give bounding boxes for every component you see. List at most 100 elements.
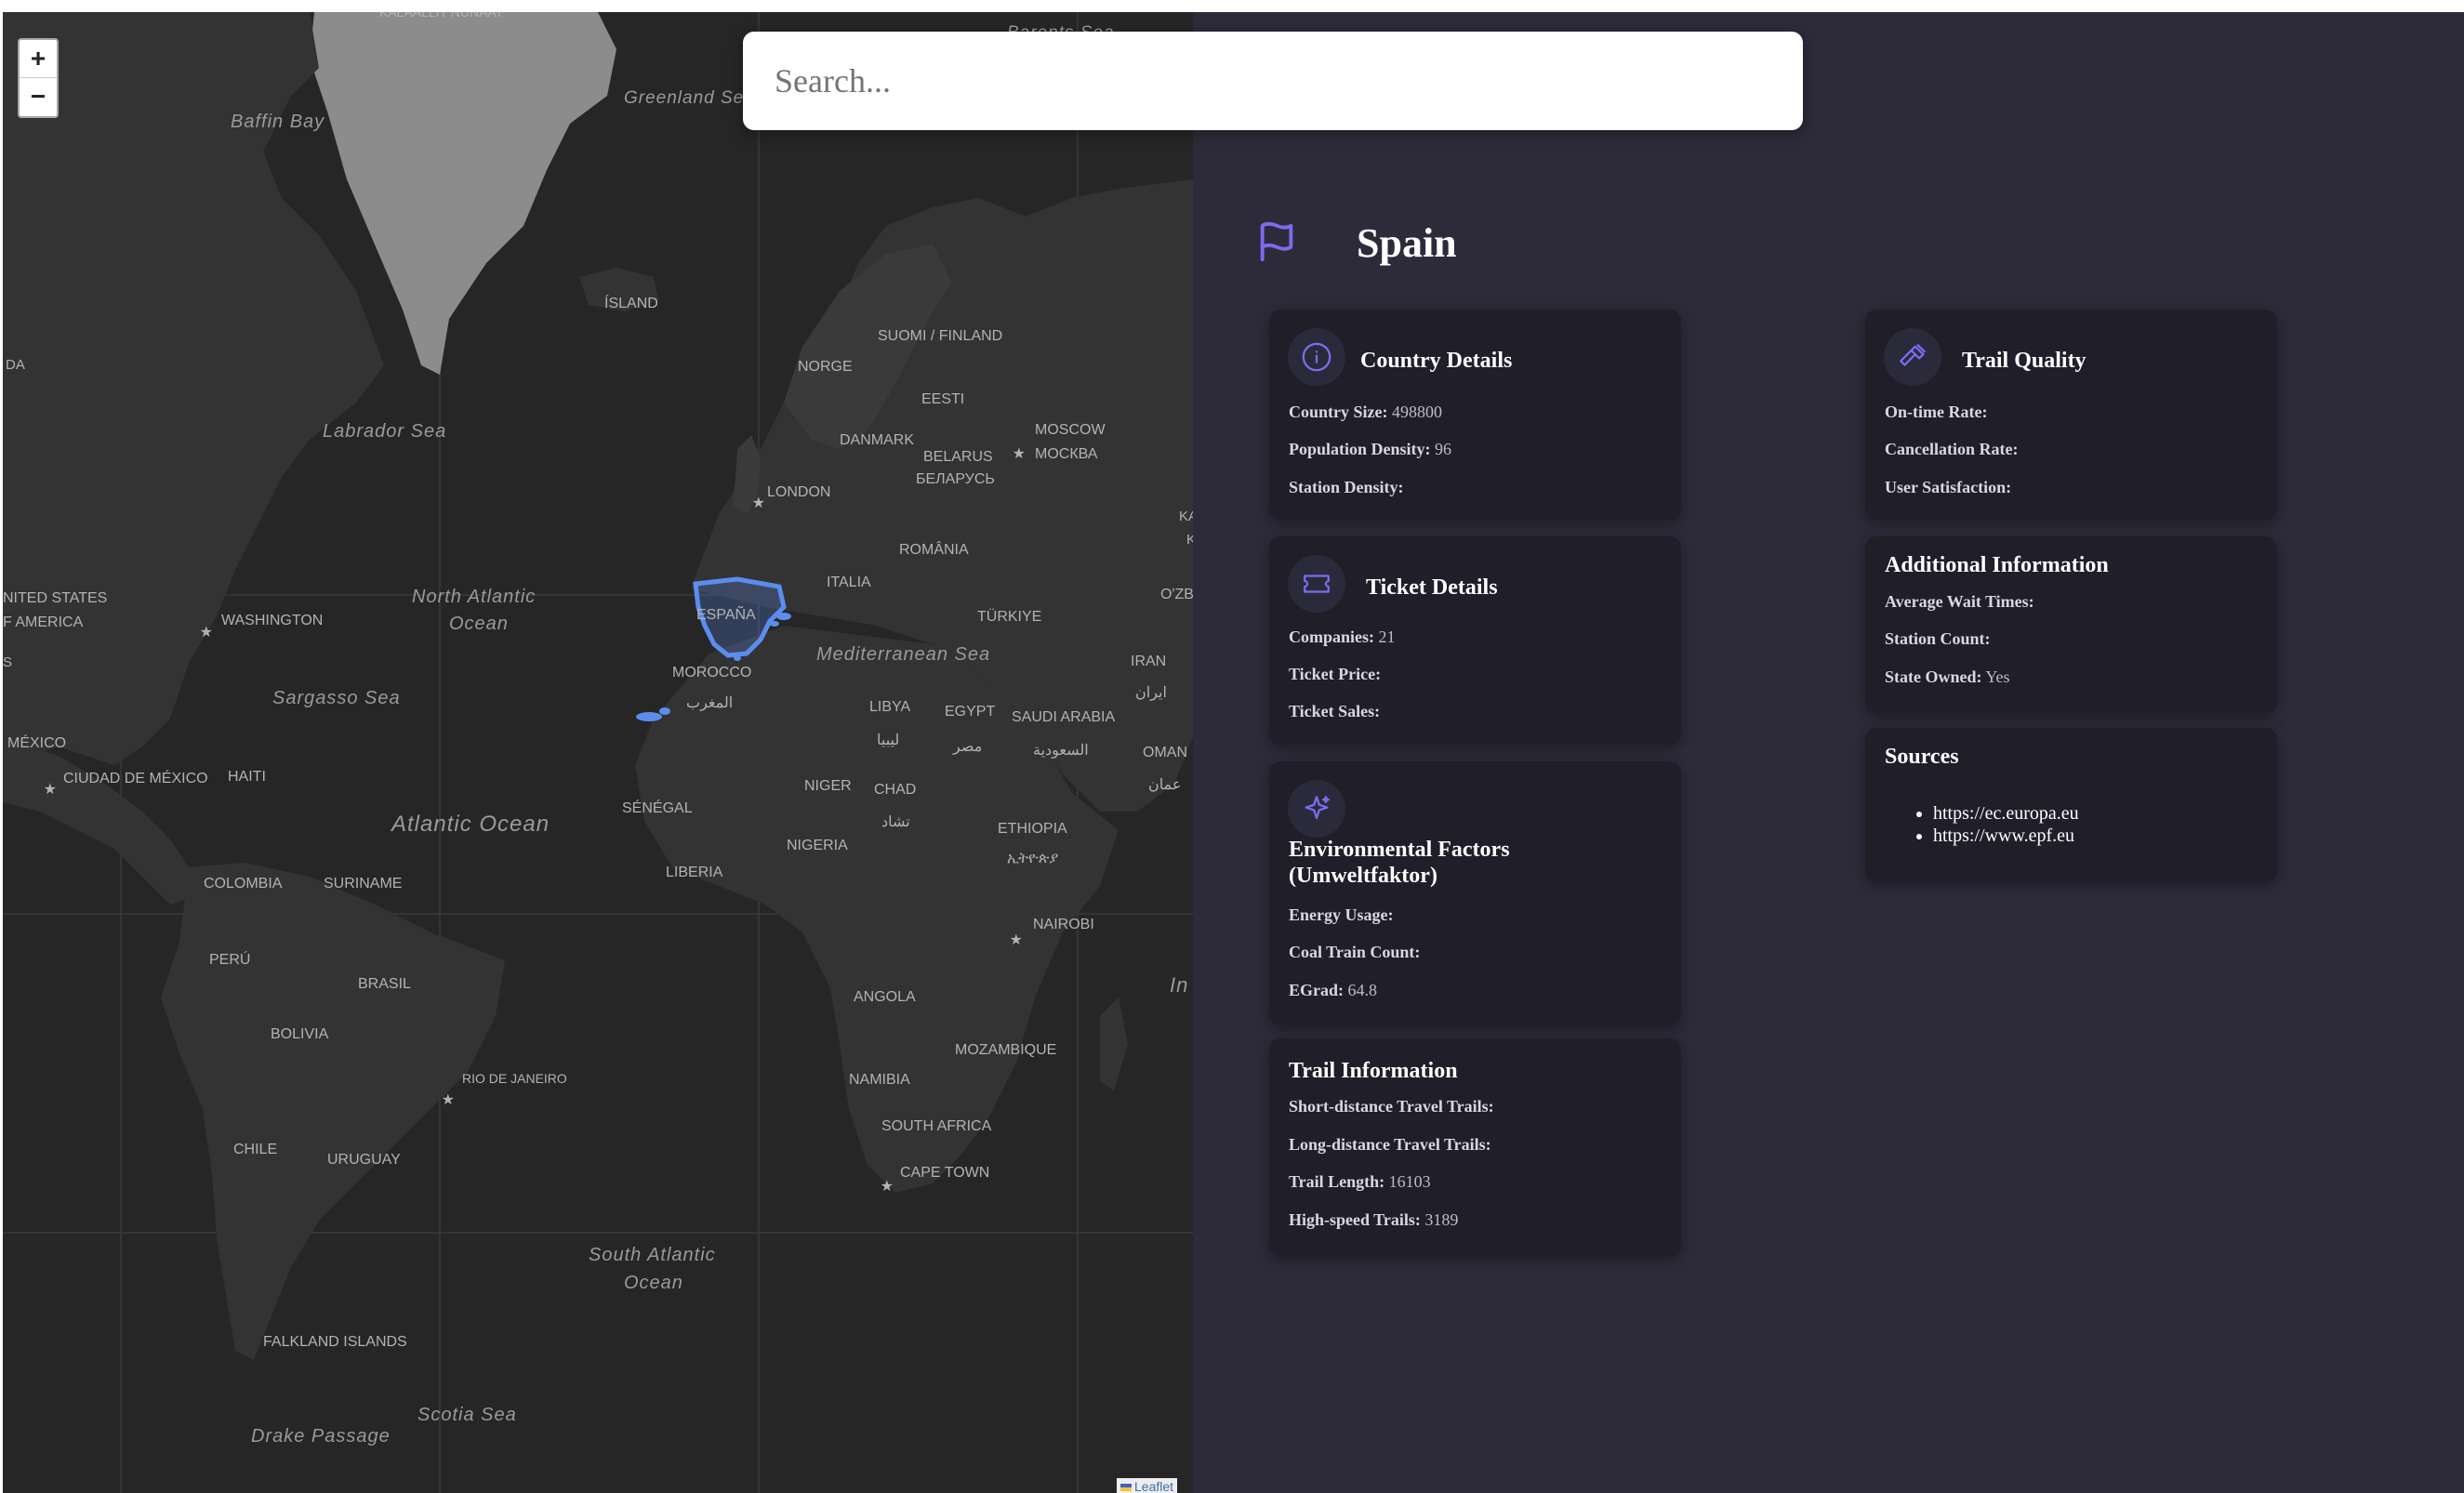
city-star-icon: ★ — [752, 495, 765, 511]
map-view[interactable]: KALAALLIT NUNAAT Baffin Bay Greenland Sea B… — [3, 12, 1193, 1493]
map-label-moskva: МОСКВА — [1035, 446, 1098, 462]
map-label-belarus-cyr: БЕЛАРУСЬ — [916, 471, 995, 487]
map-label-niger: NIGER — [804, 778, 852, 794]
map-label-norge: NORGE — [798, 359, 853, 375]
map-label-north-atlantic1: North Atlantic — [412, 587, 536, 607]
map-label-belarus: BELARUS — [923, 449, 993, 465]
card-title-line1: Environmental Factors — [1289, 838, 1510, 862]
map-label-south-atlantic1: South Atlantic — [589, 1245, 716, 1265]
map-label-drake: Drake Passage — [251, 1426, 391, 1447]
source-link[interactable]: https://www.epf.eu — [1933, 825, 2079, 847]
map-attribution[interactable]: Leaflet — [1117, 1478, 1178, 1493]
zoom-out-button[interactable]: − — [20, 78, 57, 115]
source-link[interactable]: https://ec.europa.eu — [1933, 802, 2079, 825]
state-owned: State Owned: Yes — [1885, 667, 2010, 686]
additional-information-card: Additional Information Average Wait Time… — [1865, 536, 2277, 713]
map-label-ozb: O'ZB — [1160, 587, 1193, 602]
map-label-chad: CHAD — [874, 782, 916, 798]
zoom-in-button[interactable]: + — [20, 40, 57, 78]
map-label-morocco: MOROCCO — [672, 665, 751, 680]
map-label-south-africa: SOUTH AFRICA — [881, 1118, 992, 1134]
map-label-atlantic: Atlantic Ocean — [390, 812, 550, 837]
environmental-factors-card: Environmental Factors (Umweltfaktor) Ene… — [1269, 761, 1681, 1025]
user-satisfaction: User Satisfaction: — [1885, 478, 2012, 496]
map-label-bolivia: BOLIVIA — [271, 1026, 329, 1042]
coal-train-count: Coal Train Count: — [1289, 943, 1421, 961]
average-wait-times: Average Wait Times: — [1885, 592, 2034, 611]
map-label-peru: PERÚ — [209, 950, 250, 968]
map-label-chile: CHILE — [233, 1142, 277, 1157]
map-label-ethiopia-am: ኢትዮጵያ — [1007, 851, 1058, 866]
map-label-labrador: Labrador Sea — [323, 421, 446, 442]
map-label-saudi-ar: السعودية — [1033, 743, 1089, 759]
map-label-usa2: F AMERICA — [3, 614, 84, 630]
map-label-oman: OMAN — [1143, 745, 1187, 760]
country-details-card: Country Details Country Size: 498800 Pop… — [1269, 310, 1681, 520]
map-label-s: S — [3, 654, 12, 670]
map-label-london: LONDON — [767, 484, 830, 500]
map-label-namibia: NAMIBIA — [849, 1072, 910, 1088]
trail-information-card: Trail Information Short-distance Travel … — [1269, 1038, 1681, 1256]
population-density: Population Density: 96 — [1289, 440, 1452, 458]
map-label-libya: LIBYA — [869, 699, 911, 715]
map-label-scotia: Scotia Sea — [417, 1405, 517, 1425]
card-title: Sources — [1885, 745, 1959, 769]
energy-usage: Energy Usage: — [1289, 905, 1394, 924]
egrad: EGrad: 64.8 — [1289, 981, 1378, 999]
flag-icon — [1260, 221, 1293, 262]
city-star-icon: ★ — [200, 625, 213, 641]
map-label-turkiye: TÜRKIYE — [977, 608, 1041, 625]
city-star-icon: ★ — [442, 1092, 455, 1108]
country-title: Spain — [1357, 220, 1457, 266]
ticket-icon — [1288, 555, 1345, 613]
map-label-haiti: HAITI — [228, 769, 266, 785]
map-label-angola: ANGOLA — [854, 989, 916, 1005]
city-star-icon: ★ — [44, 782, 57, 798]
map-label-morocco-ar: المغرب — [686, 695, 733, 711]
card-title: Trail Quality — [1962, 349, 2086, 373]
trail-quality-card: Trail Quality On-time Rate: Cancellation… — [1865, 310, 2277, 520]
map-label-in: In — [1170, 973, 1188, 997]
map-label-greenland-sea: Greenland Sea — [624, 88, 755, 108]
info-icon — [1288, 328, 1345, 386]
map-label-nigeria: NIGERIA — [787, 838, 848, 853]
search-input[interactable] — [743, 32, 1803, 130]
map-label-italia: ITALIA — [827, 575, 871, 590]
card-title: Trail Information — [1289, 1059, 1458, 1083]
card-title: Country Details — [1360, 349, 1513, 373]
map-label-rio: RIO DE JANEIRO — [462, 1071, 567, 1086]
map-label-suomi: SUOMI / FINLAND — [878, 328, 1002, 344]
map-label-oman-ar: عمان — [1148, 777, 1181, 793]
map-label-south-atlantic2: Ocean — [624, 1273, 683, 1293]
on-time-rate: On-time Rate: — [1885, 403, 1988, 421]
short-distance-trails: Short-distance Travel Trails: — [1289, 1097, 1494, 1116]
map-label-da: DA — [6, 357, 25, 373]
card-title-line2: (Umweltfaktor) — [1289, 864, 1437, 888]
station-count: Station Count: — [1885, 629, 1991, 648]
map-label-romania: ROMÂNIA — [899, 540, 969, 558]
map-label-mediterranean: Mediterranean Sea — [816, 644, 990, 665]
trail-length: Trail Length: 16103 — [1289, 1172, 1431, 1191]
map-label-moscow: MOSCOW — [1035, 422, 1106, 438]
map-label-ka: KA — [1179, 509, 1193, 524]
map-label-cdmx: CIUDAD DE MÉXICO — [63, 769, 208, 786]
map-label-egypt: EGYPT — [945, 704, 995, 720]
ukraine-flag-icon — [1120, 1484, 1132, 1492]
map-label-mexico: MÉXICO — [7, 733, 66, 751]
map-label-k: K — [1186, 532, 1193, 548]
map-label-ethiopia: ETHIOPIA — [998, 821, 1067, 837]
city-star-icon: ★ — [1013, 446, 1026, 462]
map-label-senegal: SÉNÉGAL — [622, 799, 693, 816]
map-label-uruguay: URUGUAY — [327, 1152, 401, 1168]
ticket-price: Ticket Price: — [1289, 665, 1382, 683]
map-label-chad-ar: تشاد — [881, 814, 910, 830]
companies: Companies: 21 — [1289, 628, 1396, 646]
map-label-north-atlantic2: Ocean — [449, 614, 509, 634]
map-label-falkland: FALKLAND ISLANDS — [263, 1334, 407, 1350]
map-label-usa1: NITED STATES — [3, 590, 107, 606]
country-size: Country Size: 498800 — [1289, 403, 1442, 421]
map-label-baffin: Baffin Bay — [231, 112, 325, 132]
hammer-icon — [1884, 328, 1941, 386]
map-label-colombia: COLOMBIA — [204, 876, 283, 892]
leaflet-link[interactable]: Leaflet — [1134, 1479, 1173, 1493]
